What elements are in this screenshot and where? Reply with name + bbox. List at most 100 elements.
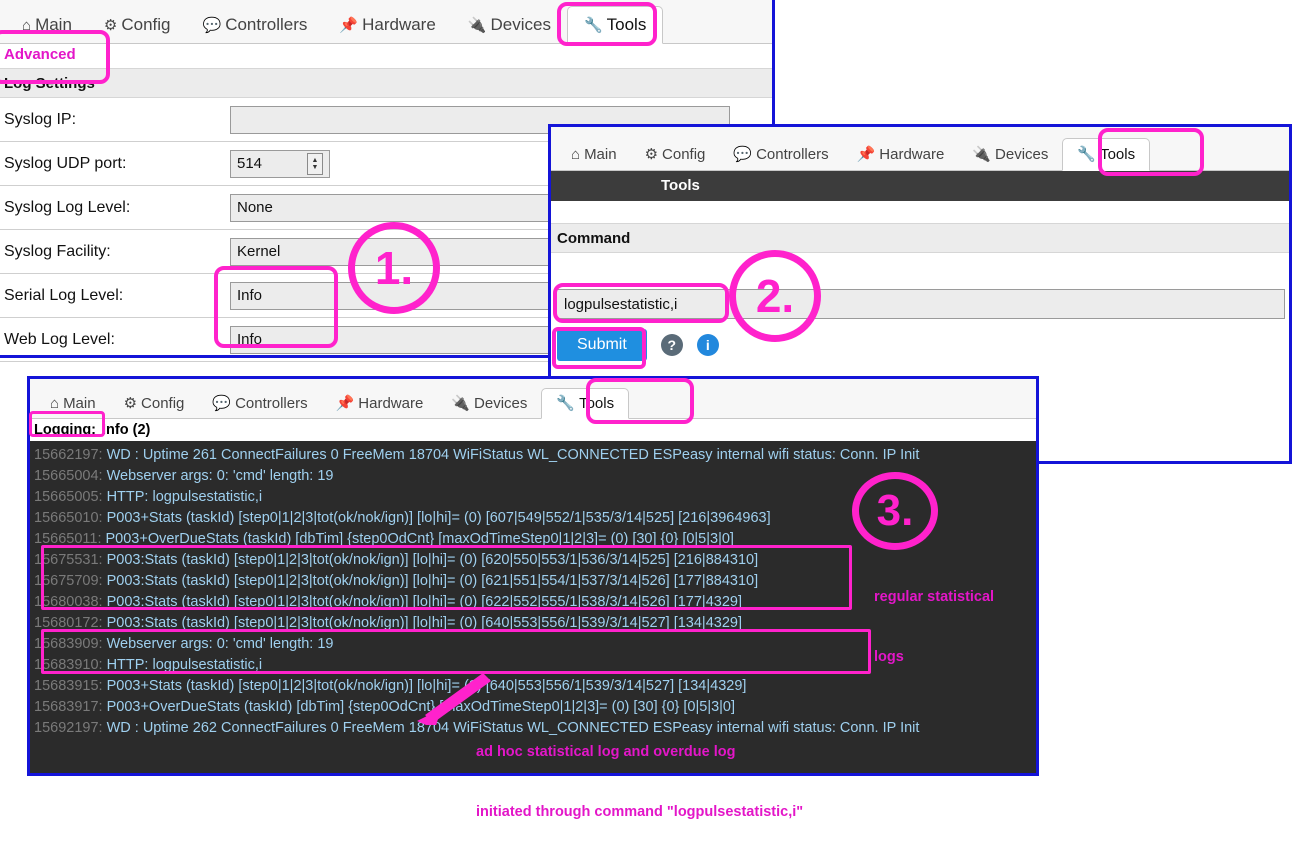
log-separator: :: [98, 615, 107, 631]
tab-controllers[interactable]: 💬 Controllers: [719, 139, 842, 170]
tab-label: Controllers: [225, 15, 308, 34]
field-label: Web Log Level:: [4, 330, 115, 348]
syslog-udp-port-stepper[interactable]: 514 ▲ ▼: [230, 149, 330, 178]
log-message: Webserver args: 0: 'cmd' length: 19: [106, 468, 334, 484]
field-value: None: [237, 199, 273, 216]
logging-label: Logging:: [34, 422, 97, 438]
log-separator: :: [98, 594, 107, 610]
info-icon[interactable]: i: [696, 334, 719, 356]
log-timestamp: 15680172: [34, 615, 99, 631]
tab-label: Config: [141, 395, 185, 412]
section-log-settings-label: Log Settings: [4, 75, 95, 92]
tab-main[interactable]: ⌂ Main: [557, 139, 631, 170]
tab-label: Config: [662, 146, 706, 163]
tab-label: Main: [63, 395, 96, 412]
tab-config[interactable]: ⚙ Config: [110, 389, 199, 418]
navbar-panel3: ⌂ Main ⚙ Config 💬 Controllers 📌 Hardware 🔌 Device…: [30, 379, 1036, 419]
log-separator: :: [98, 468, 107, 484]
wrench-icon: 🔧: [583, 16, 603, 34]
log-line: 15683915: P003+Stats (taskId) [step0|1|2…: [34, 676, 1036, 697]
tab-label: Tools: [579, 395, 615, 412]
log-timestamp: 15665005: [34, 489, 99, 505]
field-value: Info: [237, 287, 263, 304]
tab-label: Hardware: [879, 146, 945, 163]
tab-tools[interactable]: 🔧 Tools: [1062, 138, 1151, 171]
submit-button[interactable]: Submit: [557, 329, 647, 361]
field-label: Syslog UDP port:: [4, 154, 127, 172]
log-message: P003+Stats (taskId) [step0|1|2|3|tot(ok/…: [106, 510, 771, 526]
log-timestamp: 15665004: [34, 468, 99, 484]
log-line: 15683909: Webserver args: 0: 'cmd' lengt…: [34, 634, 1036, 655]
home-icon: ⌂: [50, 395, 60, 412]
tab-devices[interactable]: 🔌 Devices: [452, 7, 567, 43]
log-message: P003+OverDueStats (taskId) [dbTim] {step…: [106, 699, 736, 715]
home-icon: ⌂: [22, 16, 32, 34]
log-timestamp: 15683917: [34, 699, 99, 715]
log-separator: :: [97, 531, 106, 547]
tab-label: Config: [121, 15, 171, 34]
speech-bubble-icon: 💬: [733, 146, 753, 163]
tab-controllers[interactable]: 💬 Controllers: [198, 389, 321, 418]
log-timestamp: 15683915: [34, 678, 99, 694]
tab-config[interactable]: ⚙ Config: [88, 7, 187, 43]
log-message: HTTP: logpulsestatistic,i: [106, 657, 263, 673]
tab-label: Tools: [606, 15, 647, 34]
tab-label: Controllers: [235, 395, 308, 412]
log-message: HTTP: logpulsestatistic,i: [106, 489, 263, 505]
speech-bubble-icon: 💬: [202, 16, 222, 34]
tab-hardware[interactable]: 📌 Hardware: [843, 139, 959, 170]
tab-devices[interactable]: 🔌 Devices: [437, 389, 541, 418]
section-tools: Tools: [551, 171, 1289, 201]
tab-config[interactable]: ⚙ Config: [631, 139, 720, 170]
log-timestamp: 15662197: [34, 447, 99, 463]
spinner-arrows-icon[interactable]: ▲ ▼: [307, 152, 323, 175]
tab-label: Main: [35, 15, 72, 34]
log-separator: :: [98, 699, 107, 715]
log-line: 15665010: P003+Stats (taskId) [step0|1|2…: [34, 508, 1036, 529]
log-timestamp: 15675531: [34, 552, 99, 568]
logging-panel: ⌂ Main ⚙ Config 💬 Controllers 📌 Hardware 🔌 Device…: [27, 376, 1039, 776]
section-advanced: Advanced: [0, 44, 775, 68]
tab-main[interactable]: ⌂ Main: [6, 7, 88, 43]
section-command-label: Command: [557, 230, 631, 247]
log-message: P003:Stats (taskId) [step0|1|2|3|tot(ok/…: [106, 573, 759, 589]
field-label: Syslog Log Level:: [4, 198, 131, 216]
log-message: P003:Stats (taskId) [step0|1|2|3|tot(ok/…: [106, 615, 742, 631]
section-tools-label: Tools: [661, 177, 700, 194]
log-line: 15683917: P003+OverDueStats (taskId) [db…: [34, 697, 1036, 718]
tab-devices[interactable]: 🔌 Devices: [958, 139, 1062, 170]
tab-hardware[interactable]: 📌 Hardware: [322, 389, 438, 418]
section-command: Command: [551, 223, 1289, 253]
pushpin-icon: 📌: [339, 16, 359, 34]
log-separator: :: [98, 678, 107, 694]
log-message: WD : Uptime 261 ConnectFailures 0 FreeMe…: [106, 447, 920, 463]
log-line: 15675709: P003:Stats (taskId) [step0|1|2…: [34, 571, 1036, 592]
log-timestamp: 15683909: [34, 636, 99, 652]
log-message: P003+OverDueStats (taskId) [dbTim] {step…: [105, 531, 734, 547]
log-line: 15683910: HTTP: logpulsestatistic,i: [34, 655, 1036, 676]
log-message: WD : Uptime 262 ConnectFailures 0 FreeMe…: [106, 720, 920, 736]
command-input[interactable]: logpulsestatistic,i: [555, 289, 1285, 319]
speech-bubble-icon: 💬: [212, 395, 232, 412]
annotation-note-adhoc-line2: initiated through command "logpulsestati…: [476, 804, 804, 820]
tab-hardware[interactable]: 📌 Hardware: [323, 7, 451, 43]
log-message: Webserver args: 0: 'cmd' length: 19: [106, 636, 334, 652]
log-message: P003+Stats (taskId) [step0|1|2|3|tot(ok/…: [106, 678, 747, 694]
gear-icon: ⚙: [644, 146, 659, 163]
log-separator: :: [98, 447, 107, 463]
field-label: Serial Log Level:: [4, 286, 124, 304]
plug-icon: 🔌: [972, 146, 992, 163]
help-icon[interactable]: ?: [660, 334, 683, 356]
tab-tools[interactable]: 🔧 Tools: [541, 388, 630, 419]
log-timestamp: 15665011: [34, 531, 98, 547]
tab-label: Controllers: [756, 146, 829, 163]
log-console[interactable]: 15662197: WD : Uptime 261 ConnectFailure…: [30, 441, 1036, 773]
log-timestamp: 15675709: [34, 573, 99, 589]
tab-controllers[interactable]: 💬 Controllers: [187, 7, 324, 43]
log-timestamp: 15680038: [34, 594, 99, 610]
log-message: P003:Stats (taskId) [step0|1|2|3|tot(ok/…: [106, 552, 759, 568]
tab-main[interactable]: ⌂ Main: [36, 389, 110, 418]
log-separator: :: [98, 573, 107, 589]
tab-tools[interactable]: 🔧 Tools: [566, 6, 664, 44]
pushpin-icon: 📌: [335, 395, 355, 412]
